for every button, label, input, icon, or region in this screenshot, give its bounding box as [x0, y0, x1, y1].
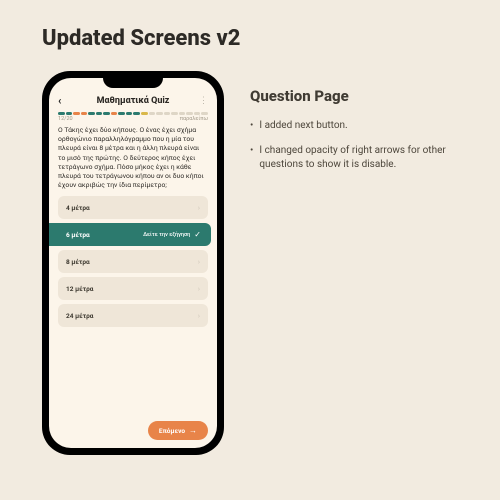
progress-segment — [111, 112, 118, 115]
quiz-title: Μαθηματικά Quiz — [70, 96, 196, 106]
chevron-right-icon: › — [198, 311, 200, 320]
answer-option-correct[interactable]: 6 μέτρα Δείτε την εξήγηση✓ — [49, 223, 211, 246]
progress-segment — [164, 112, 171, 115]
answer-option[interactable]: 12 μέτρα › — [58, 277, 208, 300]
phone-notch — [103, 78, 163, 88]
quiz-meta: 12/20 παραλείπω — [58, 116, 208, 122]
progress-segment — [66, 112, 73, 115]
question-counter: 12/20 — [58, 116, 73, 122]
next-button[interactable]: Επόμενο → — [148, 421, 208, 440]
progress-segment — [96, 112, 103, 115]
kebab-icon[interactable]: ⋮ — [196, 96, 208, 106]
answer-label: 12 μέτρα — [66, 285, 93, 293]
progress-segment — [194, 112, 201, 115]
progress-segment — [186, 112, 193, 115]
phone-frame: ‹ Μαθηματικά Quiz ⋮ 12/20 παραλείπω Ο Τά… — [42, 71, 224, 455]
answer-label: 6 μέτρα — [66, 231, 90, 239]
skip-link[interactable]: παραλείπω — [180, 116, 208, 122]
progress-segment — [179, 112, 186, 115]
progress-segment — [103, 112, 110, 115]
answer-list: 4 μέτρα › 6 μέτρα Δείτε την εξήγηση✓ 8 μέτρα… — [58, 196, 208, 327]
progress-segment — [149, 112, 156, 115]
answer-option[interactable]: 8 μέτρα › — [58, 250, 208, 273]
note-item: I added next button. — [250, 119, 460, 134]
next-label: Επόμενο — [159, 427, 185, 435]
page-title: Updated Screens v2 — [0, 0, 500, 71]
quiz-topbar: ‹ Μαθηματικά Quiz ⋮ — [58, 94, 208, 107]
arrow-right-icon: → — [189, 426, 197, 435]
chevron-right-icon: › — [198, 257, 200, 266]
answer-label: 24 μέτρα — [66, 312, 93, 320]
progress-segment — [141, 112, 148, 115]
progress-segment — [81, 112, 88, 115]
check-icon: ✓ — [194, 230, 201, 239]
progress-segment — [171, 112, 178, 115]
notes-column: Question Page I added next button. I chan… — [250, 71, 460, 183]
phone-screen: ‹ Μαθηματικά Quiz ⋮ 12/20 παραλείπω Ο Τά… — [49, 78, 217, 448]
back-icon[interactable]: ‹ — [58, 94, 70, 107]
progress-segment — [73, 112, 80, 115]
progress-segment — [88, 112, 95, 115]
progress-segment — [58, 112, 65, 115]
progress-segment — [126, 112, 133, 115]
answer-option[interactable]: 4 μέτρα › — [58, 196, 208, 219]
progress-segment — [118, 112, 125, 115]
answer-label: 4 μέτρα — [66, 204, 90, 212]
progress-segment — [156, 112, 163, 115]
content-row: ‹ Μαθηματικά Quiz ⋮ 12/20 παραλείπω Ο Τά… — [0, 71, 500, 455]
progress-segment — [201, 112, 208, 115]
chevron-right-icon: › — [198, 203, 200, 212]
chevron-right-icon: › — [198, 284, 200, 293]
answer-option[interactable]: 24 μέτρα › — [58, 304, 208, 327]
answer-label: 8 μέτρα — [66, 258, 90, 266]
question-text: Ο Τάκης έχει δύο κήπους. Ο ένας έχει σχή… — [58, 126, 208, 190]
section-title: Question Page — [250, 87, 460, 105]
notes-list: I added next button. I changed opacity of… — [250, 119, 460, 173]
progress-bar — [58, 112, 208, 115]
note-item: I changed opacity of right arrows for ot… — [250, 144, 460, 173]
see-explanation[interactable]: Δείτε την εξήγηση✓ — [143, 230, 201, 239]
progress-segment — [133, 112, 140, 115]
